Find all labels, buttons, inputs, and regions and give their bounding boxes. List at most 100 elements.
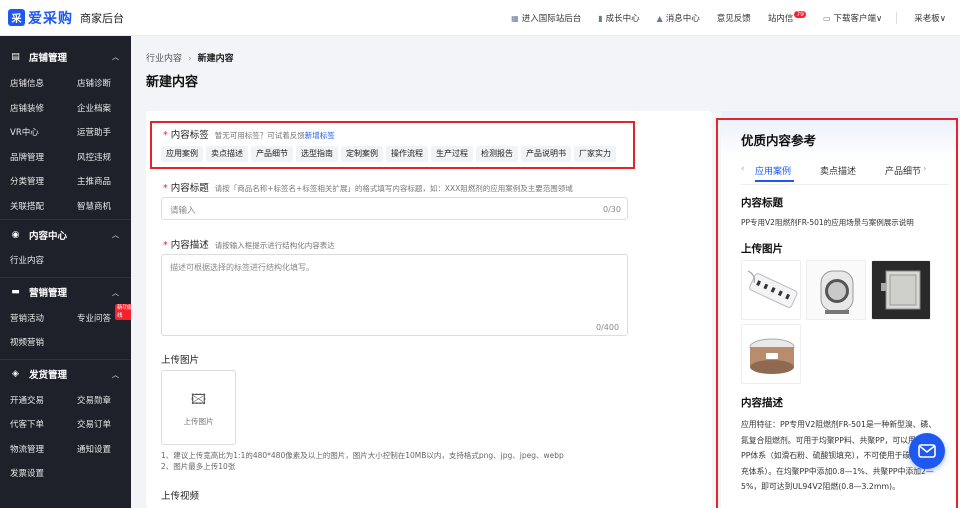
message-fab[interactable] [909, 433, 945, 469]
chevron-up-icon: ︿ [112, 370, 119, 379]
nav-growth-center[interactable]: ▮ 成长中心 [598, 12, 640, 25]
tag-option[interactable]: 应用案例 [161, 146, 203, 162]
content-icon: ◉ [11, 229, 20, 240]
growth-icon: ▮ [598, 13, 603, 23]
sidebar-section-delivery[interactable]: ◈ 发货管理 ︿ [0, 358, 131, 389]
sidebar-item-campaigns[interactable]: 营销活动 [10, 307, 77, 332]
chevron-right-icon: › [188, 54, 192, 64]
nav-inbox[interactable]: 站内信 79 [768, 10, 806, 24]
upload-image-label: 上传图片 [161, 355, 200, 366]
tag-option[interactable]: 选型指南 [296, 146, 338, 162]
sidebar-section-content[interactable]: ◉ 内容中心 ︿ [0, 219, 131, 249]
nav-intl-backend[interactable]: ▦ 进入国际站后台 [511, 12, 581, 25]
top-bar: 采 爱采购 商家后台 ▦ 进入国际站后台 ▮ 成长中心 ▲ 消息中心 意见反馈 站内信… [0, 0, 960, 36]
nav-user-menu[interactable]: 采老板∨ [914, 12, 946, 24]
upload-video-label: 上传视频 [161, 491, 200, 502]
upload-button-label: 上传图片 [183, 416, 214, 426]
sidebar-item-qa[interactable]: 专业问答新功能上线 [77, 303, 131, 332]
nav-download-client[interactable]: ▭ 下载客户端∨ [822, 12, 883, 25]
sidebar-item-brand[interactable]: 品牌管理 [10, 146, 77, 171]
chevron-up-icon: ︿ [112, 288, 119, 297]
desc-placeholder: 描述可根据选择的标签进行结构化填写。 [170, 263, 314, 272]
sidebar-item-store-diagnosis[interactable]: 店铺诊断 [77, 72, 131, 97]
tag-option[interactable]: 卖点描述 [206, 146, 248, 162]
section-title: 店铺管理 [29, 53, 68, 64]
app-root: 采 爱采购 商家后台 ▦ 进入国际站后台 ▮ 成长中心 ▲ 消息中心 意见反馈 站内信… [0, 0, 960, 508]
logo-text: 爱采购 [28, 10, 73, 27]
marketing-icon: ▬ [11, 287, 20, 297]
upload-notes: 1、建议上传宽高比为1:1的480*480像素及以上的图片，图片大小控制在10M… [161, 450, 564, 472]
store-icon: ▤ [11, 52, 20, 62]
sidebar-section-store[interactable]: ▤ 店铺管理 ︿ [0, 42, 131, 72]
sidebar-item-trade-medal[interactable]: 交易勋章 [77, 389, 131, 414]
sidebar-item-category[interactable]: 分类管理 [10, 170, 77, 195]
tags-hint: 暂无可用标签？可试着反馈新增标签 [215, 131, 335, 140]
sidebar-item-company-profile[interactable]: 企业档案 [77, 97, 131, 122]
sidebar-item-industry-content[interactable]: 行业内容 [10, 249, 77, 274]
chevron-up-icon: ︿ [112, 231, 119, 239]
chevron-up-icon: ︿ [112, 53, 119, 61]
item-label: 专业问答 [77, 313, 112, 324]
nav-label: 采老板∨ [914, 14, 946, 24]
sidebar-item-proxy-order[interactable]: 代客下单 [10, 413, 77, 438]
tag-options: 应用案例 卖点描述 产品细节 选型指南 定制案例 操作流程 生产过程 检测报告 … [161, 146, 619, 162]
breadcrumb-parent[interactable]: 行业内容 [146, 54, 182, 64]
breadcrumb-current: 新建内容 [197, 54, 234, 64]
unread-badge: 79 [794, 10, 806, 18]
tag-option[interactable]: 厂家实力 [574, 146, 616, 162]
sidebar-store-items: 店铺信息 店铺诊断 店铺装修 企业档案 VR中心 运营助手 品牌管理 风控违规 … [0, 72, 131, 219]
sidebar-item-store-decoration[interactable]: 店铺装修 [10, 97, 77, 122]
nav-label: 下载客户端∨ [833, 14, 883, 24]
upload-note: 1、建议上传宽高比为1:1的480*480像素及以上的图片，图片大小控制在10M… [161, 451, 564, 460]
required-mark: * [163, 240, 168, 251]
sidebar-delivery-items: 开通交易 交易勋章 代客下单 交易订单 物流管理 通知设置 发票设置 [0, 389, 131, 487]
sidebar-item-featured[interactable]: 主推商品 [77, 170, 131, 195]
nav-label: 成长中心 [605, 14, 640, 24]
sidebar-section-marketing[interactable]: ▬ 营销管理 ︿ [0, 276, 131, 307]
label-text: 内容标题 [170, 183, 209, 194]
nav-feedback[interactable]: 意见反馈 [717, 12, 751, 24]
add-tag-link[interactable]: 新增标签 [305, 131, 335, 140]
sidebar-item-vr-center[interactable]: VR中心 [10, 121, 77, 146]
desc-hint: 请按输入框提示进行结构化内容表达 [214, 241, 335, 250]
tag-option[interactable]: 产品细节 [251, 146, 293, 162]
monitor-icon: ▭ [822, 13, 831, 23]
upload-image-button[interactable]: 🖾 上传图片 [161, 370, 236, 445]
sidebar-item-invoice[interactable]: 发票设置 [10, 462, 77, 487]
title-placeholder: 请输入 [170, 206, 196, 216]
tag-option[interactable]: 检测报告 [476, 146, 518, 162]
section-title: 内容中心 [29, 230, 68, 242]
sidebar-item-notify[interactable]: 通知设置 [77, 438, 131, 463]
app-subtitle: 商家后台 [80, 11, 124, 25]
desc-counter: 0/400 [596, 323, 620, 332]
logo[interactable]: 采 爱采购 商家后台 [8, 8, 124, 28]
divider [896, 12, 898, 24]
sidebar-item-logistics[interactable]: 物流管理 [10, 438, 77, 463]
section-title: 发货管理 [29, 370, 68, 381]
sidebar-item-bundle[interactable]: 关联搭配 [10, 195, 77, 220]
delivery-icon: ◈ [12, 369, 19, 379]
image-add-icon: 🖾 [190, 391, 207, 408]
nav-label: 消息中心 [665, 14, 700, 24]
sidebar-item-orders[interactable]: 交易订单 [77, 413, 131, 438]
bell-icon: ▲ [656, 13, 663, 23]
hint-text: 暂无可用标签？可试着反馈 [214, 131, 305, 140]
nav-message-center[interactable]: ▲ 消息中心 [656, 12, 700, 25]
tag-option[interactable]: 产品说明书 [521, 146, 571, 162]
sidebar-item-open-trade[interactable]: 开通交易 [10, 389, 77, 414]
tag-option[interactable]: 操作流程 [386, 146, 428, 162]
sidebar-marketing-items: 营销活动 专业问答新功能上线 视频营销 [0, 303, 131, 356]
sidebar: ▤ 店铺管理 ︿ 店铺信息 店铺诊断 店铺装修 企业档案 VR中心 运营助手 品牌管… [0, 36, 131, 508]
sidebar-item-ops-assistant[interactable]: 运营助手 [77, 121, 131, 146]
sidebar-item-video[interactable]: 视频营销 [10, 331, 77, 356]
sidebar-item-store-info[interactable]: 店铺信息 [10, 72, 77, 97]
sidebar-content-items: 行业内容 [0, 249, 131, 274]
section-title: 营销管理 [29, 288, 68, 299]
required-mark: * [163, 130, 168, 141]
tag-option[interactable]: 定制案例 [341, 146, 383, 162]
tag-option[interactable]: 生产过程 [431, 146, 473, 162]
sidebar-item-opportunity[interactable]: 智慧商机 [77, 195, 131, 220]
sidebar-item-risk[interactable]: 风控违规 [77, 146, 131, 171]
title-label: * 内容标题 请按「商品名称+标签名+标签相关扩展」的格式填写内容标题，如：XXX阻… [163, 180, 573, 194]
title-input[interactable] [161, 197, 628, 220]
